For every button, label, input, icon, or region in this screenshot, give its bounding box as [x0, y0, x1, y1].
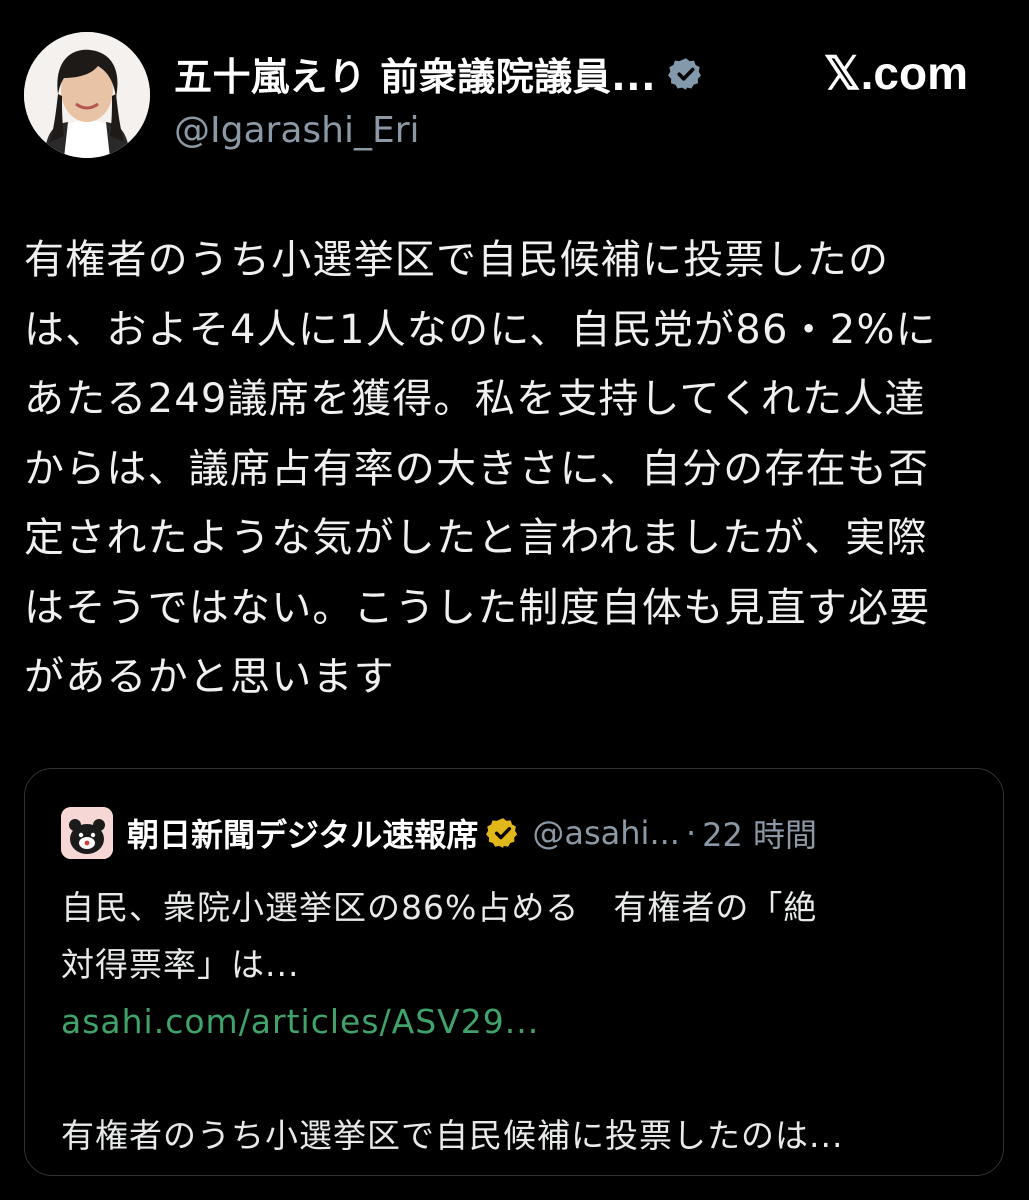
post-text-line: 定されたような気がしたと言われましたが、実際 [24, 515, 928, 561]
meta-separator: · [685, 814, 697, 852]
asahi-mascot-icon [61, 807, 113, 859]
quoted-post-header: 朝日新聞デジタル速報席 @asahi... · 22 時間 [61, 807, 817, 859]
post-text-line: 有権者のうち小選挙区で自民候補に投票したの [24, 237, 890, 283]
gold-verified-badge-icon [486, 818, 518, 848]
post-header: 五十嵐えり 前衆議院議員... @Igarashi_Eri 𝕏.com [24, 32, 1004, 162]
post-text: 有権者のうち小選挙区で自民候補に投票したの は、およそ4人に1人なのに、自民党が… [24, 226, 1009, 713]
post-text-line: があるかと思います [24, 654, 395, 700]
quoted-post-body: 自民、衆院小選挙区の86%占める 有権者の「絶 対得票率」は... asahi.… [61, 879, 981, 1164]
quoted-author-handle[interactable]: @asahi... [532, 814, 680, 852]
post-text-line: からは、議席占有率の大きさに、自分の存在も否 [24, 445, 930, 492]
quoted-text-line: 自民、衆院小選挙区の86%占める 有権者の「絶 [61, 888, 818, 927]
post-text-line: はそうではない。こうした制度自体も見直す必要 [24, 584, 931, 631]
quoted-post-card[interactable]: 朝日新聞デジタル速報席 @asahi... · 22 時間 自民、衆院小選挙区の… [24, 768, 1004, 1176]
quoted-post-timestamp[interactable]: 22 時間 [702, 810, 817, 856]
source-label: 𝕏.com [823, 47, 968, 99]
quoted-excerpt: 有権者のうち小選挙区で自民候補に投票したのは... [61, 1116, 844, 1155]
quoted-author-name[interactable]: 朝日新聞デジタル速報席 [127, 810, 478, 856]
author-display-name[interactable]: 五十嵐えり 前衆議院議員... [174, 46, 656, 101]
quoted-author-avatar[interactable] [61, 807, 113, 859]
author-avatar-image [24, 32, 150, 158]
article-link[interactable]: asahi.com/articles/ASV29... [61, 993, 981, 1050]
verified-badge-icon [668, 57, 702, 90]
author-avatar[interactable] [24, 32, 150, 158]
author-name-row: 五十嵐えり 前衆議院議員... [174, 46, 704, 101]
author-handle[interactable]: @Igarashi_Eri [174, 110, 420, 151]
post-text-line: あたる249議席を獲得。私を支持してくれた人達 [24, 376, 926, 422]
post-text-line: は、およそ4人に1人なのに、自民党が86・2%に [24, 306, 937, 353]
quoted-text-line: 対得票率」は... [61, 945, 300, 984]
